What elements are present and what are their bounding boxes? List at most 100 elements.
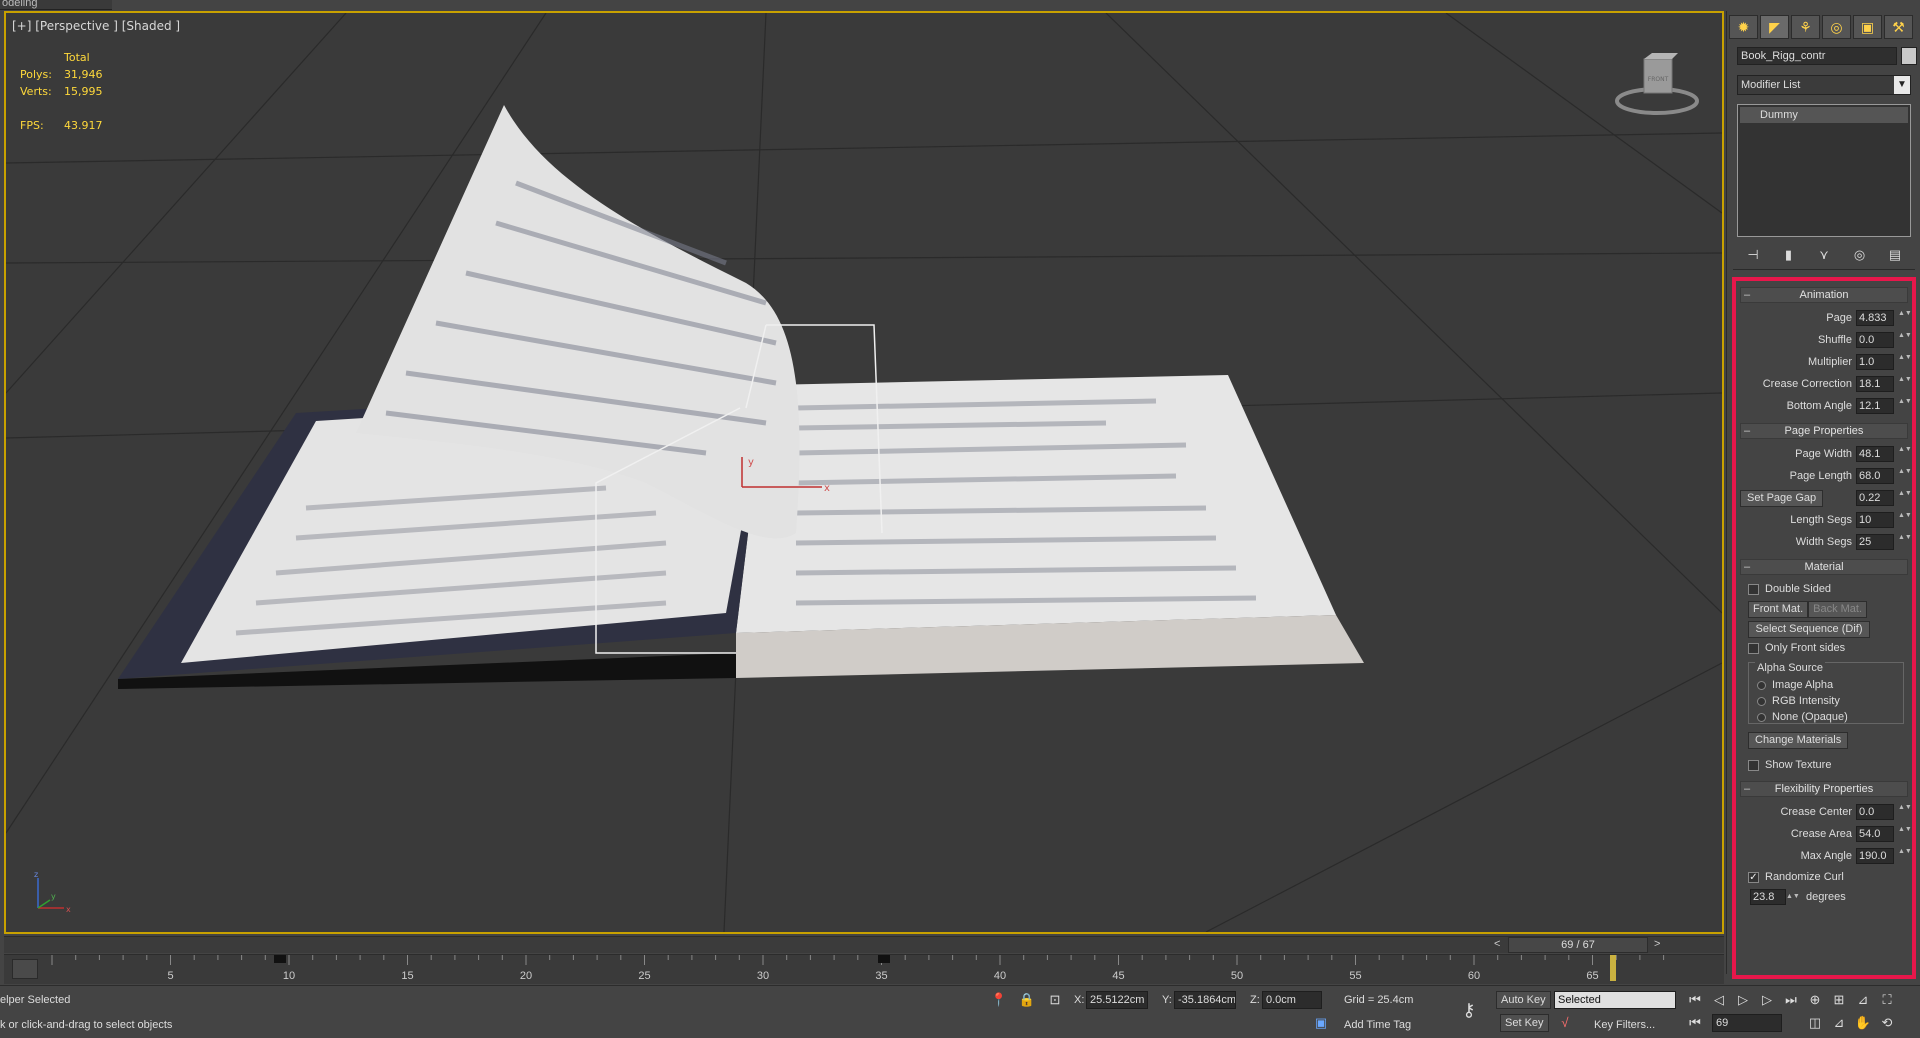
next-frame-icon[interactable]: ▷ xyxy=(1758,991,1776,1009)
back-mat-button[interactable]: Back Mat. xyxy=(1808,600,1868,618)
time-config-icon[interactable]: ◫ xyxy=(1806,1014,1824,1032)
open-mini-curve-editor-icon[interactable] xyxy=(12,959,38,979)
set-keys-key-icon[interactable]: ⚷ xyxy=(1460,1001,1478,1019)
key-mode-dropdown[interactable]: Selected xyxy=(1554,991,1676,1009)
spinner-icon[interactable]: ▲▼ xyxy=(1898,512,1912,528)
rollout-flexibility-header[interactable]: – Flexibility Properties xyxy=(1740,781,1908,797)
utilities-tab-icon[interactable]: ⚒ xyxy=(1884,15,1913,39)
viewport-label[interactable]: [+] [Perspective ] [Shaded ] xyxy=(12,19,180,33)
front-mat-button[interactable]: Front Mat. xyxy=(1748,600,1809,618)
selection-lock-icon[interactable]: 🔒 xyxy=(1018,991,1036,1009)
modifier-list-dropdown[interactable]: Modifier List ▼ xyxy=(1737,75,1911,95)
radio-circle[interactable] xyxy=(1757,712,1766,722)
modifier-stack-item[interactable]: Dummy xyxy=(1740,107,1908,123)
set-page-gap-button[interactable]: Set Page Gap xyxy=(1740,489,1824,507)
page-width-input[interactable]: 48.1 xyxy=(1856,446,1894,462)
param-input[interactable]: 18.1 xyxy=(1856,376,1894,392)
checkbox-box[interactable] xyxy=(1748,583,1759,595)
motion-tab-icon[interactable]: ◎ xyxy=(1822,15,1851,39)
play-icon[interactable]: ▷ xyxy=(1734,991,1752,1009)
page-gap-input[interactable]: 0.22 xyxy=(1856,490,1894,506)
param-input[interactable]: 1.0 xyxy=(1856,354,1894,370)
param-input[interactable]: 12.1 xyxy=(1856,398,1894,414)
spinner-icon[interactable]: ▲▼ xyxy=(1898,332,1912,348)
spinner-icon[interactable]: ▲▼ xyxy=(1898,826,1912,842)
add-time-tag-button[interactable]: Add Time Tag xyxy=(1344,1019,1411,1031)
absolute-mode-icon[interactable]: ⊡ xyxy=(1046,991,1064,1009)
checkbox-box[interactable] xyxy=(1748,759,1759,771)
orbit-icon[interactable]: ⟲ xyxy=(1878,1014,1896,1032)
previous-frame-icon[interactable]: ◁ xyxy=(1710,991,1728,1009)
spinner-icon[interactable]: ▲▼ xyxy=(1898,490,1912,506)
z-coordinate-field[interactable]: 0.0cm xyxy=(1262,991,1322,1009)
viewcube[interactable]: FRONT xyxy=(1612,51,1702,121)
keyframe-marker[interactable] xyxy=(274,955,286,963)
param-input[interactable]: 0.0 xyxy=(1856,332,1894,348)
checkbox-box[interactable]: ✓ xyxy=(1748,871,1759,883)
isolate-selection-icon[interactable]: 📍 xyxy=(990,991,1008,1009)
radio-none-opaque[interactable]: None (Opaque) xyxy=(1749,709,1903,725)
workspace-tab[interactable]: odeling xyxy=(0,0,112,10)
param-input[interactable]: 4.833 xyxy=(1856,310,1894,326)
make-unique-icon[interactable]: ⋎ xyxy=(1814,247,1834,265)
param-input[interactable]: 0.0 xyxy=(1856,804,1894,820)
dropdown-arrow-icon[interactable]: ▼ xyxy=(1894,76,1910,94)
track-bar[interactable]: 510152025303540455055606570 xyxy=(4,954,1724,984)
show-end-result-icon[interactable]: ▮ xyxy=(1779,247,1799,265)
create-tab-icon[interactable]: ✹ xyxy=(1729,15,1758,39)
spinner-icon[interactable]: ▲▼ xyxy=(1898,804,1912,820)
spinner-icon[interactable]: ▲▼ xyxy=(1898,376,1912,392)
go-to-start-icon[interactable]: ⏮ xyxy=(1686,991,1704,1009)
rollout-material-header[interactable]: – Material xyxy=(1740,559,1908,575)
modifier-stack[interactable]: Dummy xyxy=(1737,104,1911,237)
spinner-icon[interactable]: ▲▼ xyxy=(1898,848,1912,864)
radio-rgb-intensity[interactable]: RGB Intensity xyxy=(1749,693,1903,709)
only-front-checkbox[interactable]: Only Front sides xyxy=(1736,638,1912,658)
rollout-page-properties-header[interactable]: – Page Properties xyxy=(1740,423,1908,439)
perspective-viewport[interactable]: y x [+] [Perspective ] [Shaded ] Total P… xyxy=(4,11,1724,934)
next-frame-icon[interactable]: > xyxy=(1654,938,1660,950)
display-tab-icon[interactable]: ▣ xyxy=(1853,15,1882,39)
length-segs-input[interactable]: 10 xyxy=(1856,512,1894,528)
double-sided-checkbox[interactable]: Double Sided xyxy=(1736,579,1912,599)
auto-key-button[interactable]: Auto Key xyxy=(1496,991,1551,1009)
time-slider-thumb[interactable]: 69 / 67 xyxy=(1508,937,1648,953)
change-materials-button[interactable]: Change Materials xyxy=(1748,732,1849,749)
select-sequence-button[interactable]: Select Sequence (Dif) xyxy=(1748,621,1870,638)
spinner-icon[interactable]: ▲▼ xyxy=(1898,354,1912,370)
curve-icon[interactable]: √ xyxy=(1556,1014,1574,1032)
prev-frame-icon[interactable]: < xyxy=(1494,938,1500,950)
spinner-icon[interactable]: ▲▼ xyxy=(1898,468,1912,484)
pin-stack-icon[interactable]: ⊣ xyxy=(1743,247,1763,265)
rollout-animation-header[interactable]: – Animation xyxy=(1740,287,1908,303)
key-filters-button[interactable]: Key Filters... xyxy=(1594,1019,1655,1031)
modify-tab-icon[interactable]: ◤ xyxy=(1760,15,1789,39)
object-name-field[interactable]: Book_Rigg_contr xyxy=(1737,47,1897,65)
time-tag-icon[interactable]: ▣ xyxy=(1312,1014,1330,1032)
set-key-button[interactable]: Set Key xyxy=(1500,1014,1549,1032)
param-input[interactable]: 54.0 xyxy=(1856,826,1894,842)
randomize-curl-checkbox[interactable]: ✓ Randomize Curl xyxy=(1736,867,1912,887)
key-mode-toggle-icon[interactable]: ⏮ xyxy=(1686,1014,1704,1032)
spinner-icon[interactable]: ▲▼ xyxy=(1786,893,1800,901)
pan-icon[interactable]: ✋ xyxy=(1854,1014,1872,1032)
spinner-icon[interactable]: ▲▼ xyxy=(1898,534,1912,550)
spinner-icon[interactable]: ▲▼ xyxy=(1898,310,1912,326)
width-segs-input[interactable]: 25 xyxy=(1856,534,1894,550)
radio-circle[interactable] xyxy=(1757,696,1766,706)
page-length-input[interactable]: 68.0 xyxy=(1856,468,1894,484)
spinner-icon[interactable]: ▲▼ xyxy=(1898,446,1912,462)
radio-image-alpha[interactable]: Image Alpha xyxy=(1749,677,1903,693)
show-texture-checkbox[interactable]: Show Texture xyxy=(1736,755,1912,775)
current-frame-field[interactable]: 69 xyxy=(1712,1014,1782,1032)
configure-sets-icon[interactable]: ▤ xyxy=(1885,247,1905,265)
checkbox-box[interactable] xyxy=(1748,642,1759,654)
spinner-icon[interactable]: ▲▼ xyxy=(1898,398,1912,414)
hierarchy-tab-icon[interactable]: ⚘ xyxy=(1791,15,1820,39)
param-input[interactable]: 190.0 xyxy=(1856,848,1894,864)
zoom-extents-icon[interactable]: ⊕ xyxy=(1806,991,1824,1009)
walk-through-icon[interactable]: ⊿ xyxy=(1830,1014,1848,1032)
zoom-all-icon[interactable]: ⊞ xyxy=(1830,991,1848,1009)
keyframe-marker[interactable] xyxy=(878,955,890,963)
curl-degrees-input[interactable]: 23.8 xyxy=(1750,889,1786,905)
